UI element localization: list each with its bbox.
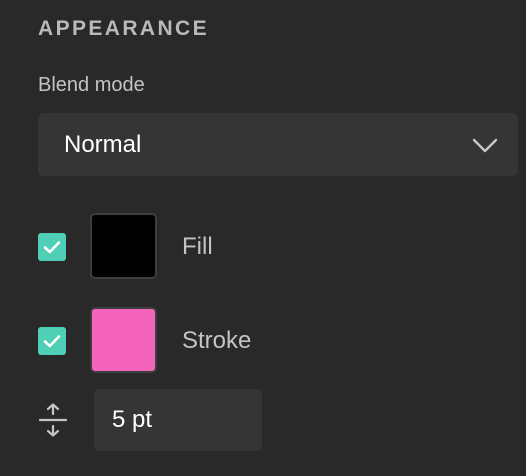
- fill-checkbox[interactable]: [38, 233, 66, 261]
- checkmark-icon: [43, 241, 61, 254]
- section-title: APPEARANCE: [38, 17, 210, 40]
- chevron-down-icon: [472, 138, 498, 153]
- blend-mode-select[interactable]: Normal: [38, 113, 518, 176]
- stroke-checkbox[interactable]: [38, 327, 66, 355]
- stroke-width-icon: [38, 403, 68, 437]
- checkmark-icon: [43, 335, 61, 348]
- appearance-panel: APPEARANCE Blend mode Normal Fill Stroke: [0, 0, 526, 476]
- stroke-width-input[interactable]: [94, 389, 262, 451]
- fill-color-swatch[interactable]: [90, 213, 157, 279]
- fill-label: Fill: [182, 233, 213, 260]
- stroke-label: Stroke: [182, 327, 252, 354]
- stroke-color-swatch[interactable]: [90, 307, 157, 373]
- blend-mode-value: Normal: [64, 131, 142, 158]
- blend-mode-label: Blend mode: [38, 74, 145, 96]
